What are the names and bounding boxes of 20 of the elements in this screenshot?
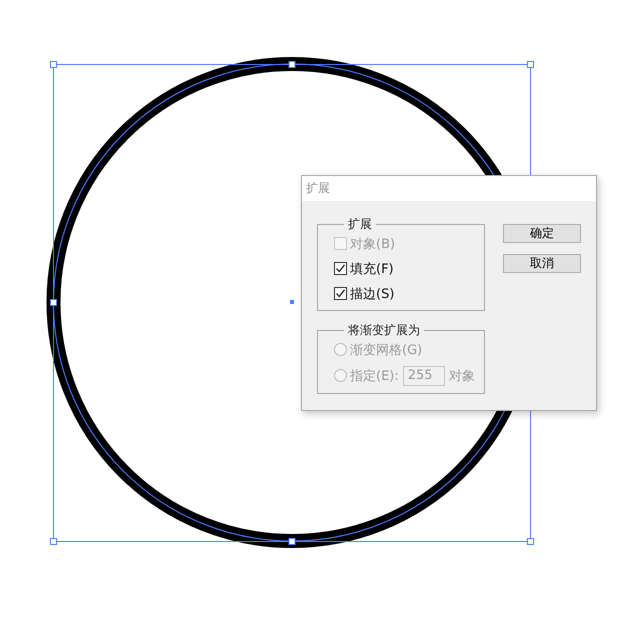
resize-handle[interactable] (50, 538, 57, 545)
dialog-title: 扩展 (306, 180, 330, 197)
dialog-button[interactable]: 取消 (503, 254, 581, 273)
resize-handle[interactable] (50, 61, 57, 68)
checkbox-label[interactable]: 填充(F) (350, 260, 394, 278)
group-label: 扩展 (347, 217, 373, 231)
group-label: 将渐变扩展为 (347, 323, 421, 337)
checkbox[interactable] (334, 287, 347, 300)
unit-label: 对象 (448, 368, 475, 384)
check-icon (335, 263, 346, 274)
checkbox-label[interactable]: 描边(S) (350, 284, 394, 302)
resize-handle[interactable] (50, 299, 57, 306)
resize-handle[interactable] (527, 61, 534, 68)
dialog-button[interactable]: 确定 (503, 224, 581, 243)
resize-handle[interactable] (527, 538, 534, 545)
center-point-icon (290, 300, 294, 304)
checkbox[interactable] (334, 262, 347, 275)
check-icon (335, 288, 346, 299)
resize-handle[interactable] (288, 538, 296, 545)
resize-handle[interactable] (288, 61, 296, 68)
